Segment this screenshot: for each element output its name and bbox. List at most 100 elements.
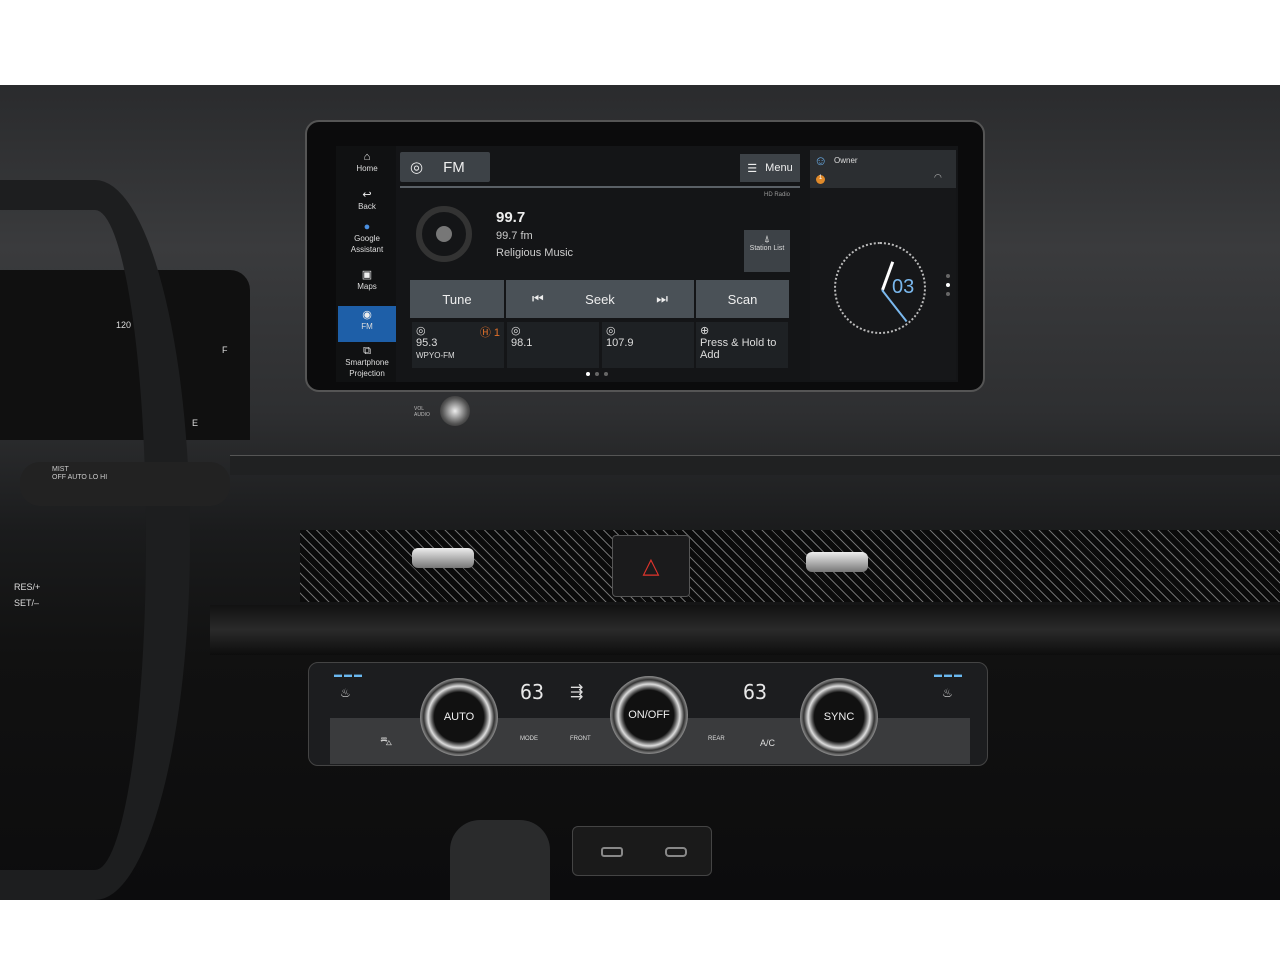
- now-playing-station: 99.7 fm: [496, 230, 533, 242]
- menu-label: Menu: [765, 162, 793, 174]
- seek-forward-icon[interactable]: ⏭: [656, 291, 668, 307]
- preset-add[interactable]: ⊕ Press & Hold to Add: [696, 322, 788, 368]
- recirculation-button[interactable]: ⛍: [380, 734, 392, 750]
- wiper-stalk[interactable]: MIST OFF AUTO LO HI: [20, 462, 230, 506]
- on-off-label: ON/OFF: [628, 709, 670, 721]
- left-vent-tab[interactable]: [412, 548, 474, 568]
- stalk-label: OFF: [52, 474, 66, 481]
- menu-button[interactable]: ☰ Menu: [740, 154, 800, 182]
- usb-a-port[interactable]: [601, 847, 623, 857]
- analog-clock: 03: [834, 242, 926, 334]
- scan-button[interactable]: Scan: [696, 280, 789, 318]
- seek-control: ⏮ Seek ⏭: [506, 280, 694, 318]
- home-icon: ⌂: [363, 151, 371, 163]
- volume-knob[interactable]: [440, 396, 470, 426]
- antenna-icon: ⍋: [764, 234, 770, 245]
- radio-icon: ◎: [606, 325, 616, 337]
- radio-icon: ◉: [362, 309, 372, 321]
- back-icon: ↩: [362, 189, 372, 201]
- profile-icon: ☺: [814, 153, 828, 168]
- fuel-full: F: [222, 345, 228, 355]
- fuel-empty: E: [192, 418, 199, 428]
- status-panel: ☺ Owner 1 ◠ 03: [810, 150, 956, 380]
- passenger-seat-heat-icon[interactable]: ♨: [942, 686, 953, 700]
- label: FM: [361, 322, 373, 331]
- seek-back-icon[interactable]: ⏮: [532, 291, 544, 307]
- radio-artwork-icon: [416, 206, 472, 262]
- tune-button[interactable]: Tune: [410, 280, 504, 318]
- preset-1[interactable]: ◎ Ⓗ 1 95.3 WPYO-FM: [412, 322, 504, 368]
- sidebar-item-smartphone-projection[interactable]: ⧉ Smartphone Projection: [338, 346, 396, 379]
- add-label: Press & Hold to Add: [700, 337, 777, 361]
- sidebar-item-home[interactable]: ⌂ Home: [338, 152, 396, 174]
- map-icon: ▣: [361, 269, 373, 281]
- station-list-button[interactable]: ⍋ Station List: [744, 230, 790, 272]
- passenger-temp-knob[interactable]: SYNC: [800, 678, 878, 756]
- hd-icon: Ⓗ 1: [479, 327, 500, 339]
- hd-radio-logo: HD Radio: [764, 192, 791, 198]
- gloss-panel: [210, 605, 1280, 655]
- preset-frequency: 107.9: [606, 337, 634, 349]
- driver-temp: 63: [520, 680, 545, 704]
- sidebar-item-fm[interactable]: ◉ FM: [338, 306, 396, 342]
- seat-level-indicator: ▬▬▬: [334, 670, 364, 679]
- tune-label: Tune: [442, 291, 472, 307]
- driver-seat-heat-icon[interactable]: ♨: [340, 686, 351, 700]
- steering-wheel[interactable]: [0, 180, 190, 900]
- page-indicator: [586, 372, 608, 376]
- res-button[interactable]: RES/+: [14, 582, 40, 592]
- source-tab[interactable]: ◎ FM: [400, 152, 490, 182]
- divider: [400, 186, 800, 188]
- ac-button[interactable]: A/C: [760, 738, 775, 748]
- now-playing-genre: Religious Music: [496, 247, 574, 259]
- mode-button[interactable]: MODE: [520, 736, 538, 742]
- profile-bar[interactable]: ☺ Owner 1 ◠: [810, 150, 956, 188]
- preset-2[interactable]: ◎ 98.1: [507, 322, 599, 368]
- label: Smartphone Projection: [345, 358, 389, 378]
- label: Back: [358, 202, 376, 211]
- radio-icon: ◎: [416, 325, 426, 337]
- profile-name: Owner: [834, 156, 858, 165]
- stalk-label: LO: [88, 474, 99, 481]
- auto-label: AUTO: [443, 711, 475, 723]
- label: Maps: [357, 282, 377, 291]
- seek-label: Seek: [585, 291, 615, 307]
- front-defrost-button[interactable]: FRONT: [570, 736, 591, 742]
- sidebar-item-maps[interactable]: ▣ Maps: [338, 270, 396, 292]
- station-list-label: Station List: [749, 245, 785, 252]
- infotainment-screen: ⌂ Home ↩ Back ● Google Assistant ▣ Maps ◉ FM …: [336, 146, 958, 382]
- microphone-icon: ●: [363, 221, 371, 233]
- scan-label: Scan: [727, 291, 758, 307]
- driver-temp-knob[interactable]: AUTO: [420, 678, 498, 756]
- phone-projection-icon: ⧉: [363, 345, 371, 357]
- radio-icon: ◎: [410, 159, 424, 176]
- stalk-label: MIST: [52, 466, 69, 473]
- right-vent-tab[interactable]: [806, 552, 868, 572]
- fan-knob[interactable]: ON/OFF: [610, 676, 688, 754]
- volume-label: VOL AUDIO: [414, 406, 430, 418]
- stalk-label: AUTO: [67, 474, 87, 481]
- preset-3[interactable]: ◎ 107.9: [602, 322, 694, 368]
- notification-badge[interactable]: 1: [816, 175, 825, 184]
- set-button[interactable]: SET/–: [14, 598, 39, 608]
- gear-shifter[interactable]: [450, 820, 550, 900]
- dash-trim: [230, 455, 1280, 475]
- widget-page-dots[interactable]: [946, 274, 950, 304]
- sidebar-item-back[interactable]: ↩ Back: [338, 190, 396, 212]
- hazard-icon: △: [642, 553, 660, 578]
- hazard-button[interactable]: △: [612, 535, 690, 597]
- rear-defrost-button[interactable]: REAR: [708, 736, 725, 742]
- clock-minute-label: 03: [892, 276, 915, 298]
- preset-frequency: 98.1: [511, 337, 533, 349]
- now-playing-frequency: 99.7: [496, 209, 526, 226]
- fan-mode-icon: ⇶: [570, 684, 584, 701]
- usb-c-port[interactable]: [665, 847, 687, 857]
- source-label: FM: [443, 158, 465, 176]
- seat-level-indicator: ▬▬▬: [934, 670, 964, 679]
- sync-label: SYNC: [823, 711, 855, 723]
- sidebar-item-google-assistant[interactable]: ● Google Assistant: [338, 222, 396, 255]
- stalk-label: HI: [100, 474, 108, 481]
- passenger-temp: 63: [743, 680, 768, 704]
- wifi-icon: ◠: [934, 172, 942, 182]
- label: Google Assistant: [350, 234, 384, 254]
